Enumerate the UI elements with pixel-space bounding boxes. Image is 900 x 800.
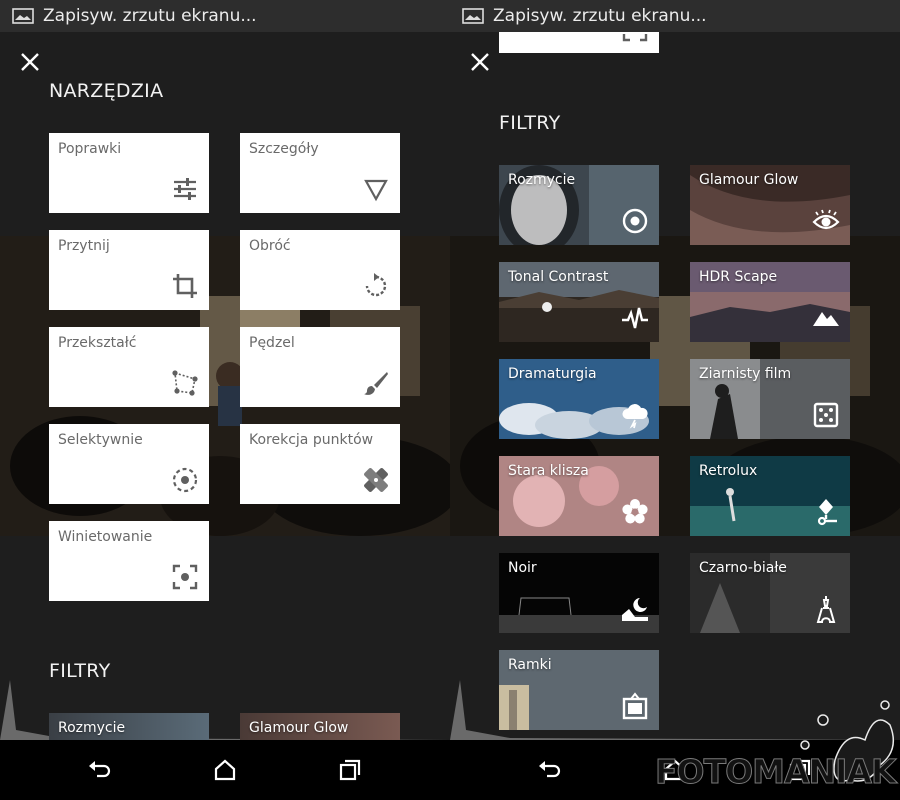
filters-title: FILTRY [49,660,111,682]
mountains-icon [813,312,839,326]
tool-card-poprawki[interactable]: Poprawki [49,133,209,213]
tool-label: Przytnij [58,238,110,254]
perspective-icon [172,370,198,396]
filter-label: Rozmycie [58,720,126,736]
focus-target-icon [622,208,648,234]
tool-card-przytnij[interactable]: Przytnij [49,230,209,310]
tool-label: Winietowanie [58,529,153,545]
tool-label: Poprawki [58,141,122,157]
tool-card-pedzel[interactable]: Pędzel [240,327,400,407]
right-screen: Zapisyw. zrzutu ekranu... FILTRY Rozmyci… [450,0,900,800]
filter-label: Ramki [508,657,552,673]
filter-label: Dramaturgia [508,366,597,382]
close-icon[interactable] [468,50,492,74]
filter-label: Rozmycie [508,172,576,188]
crop-icon [173,274,197,298]
filter-card-ramki[interactable]: Ramki [499,650,659,730]
tool-card-obroc[interactable]: Obróć [240,230,400,310]
filter-card-rozmycie[interactable]: Rozmycie [499,165,659,245]
status-bar: Zapisyw. zrzutu ekranu... [0,0,450,32]
tools-title: NARZĘDZIA [49,80,164,102]
pulse-icon [622,307,648,329]
filter-label: Noir [508,560,537,576]
tool-label: Szczegóły [249,141,319,157]
filter-card-tonal-contrast[interactable]: Tonal Contrast [499,262,659,342]
filter-label: Glamour Glow [249,720,349,736]
eiffel-tower-icon [816,596,836,623]
filter-label: Stara klisza [508,463,589,479]
status-bar: Zapisyw. zrzutu ekranu... [450,0,900,32]
filter-card-retrolux[interactable]: Retrolux [690,456,850,536]
tool-label: Korekcja punktów [249,432,374,448]
retro-pin-icon [817,499,837,526]
tool-card-przeksztalc[interactable]: Przekształć [49,327,209,407]
filter-card-czarno-biale[interactable]: Czarno-białe [690,553,850,633]
left-screen: Zapisyw. zrzutu ekranu... NARZĘDZIA Popr… [0,0,450,800]
filter-label: Glamour Glow [699,172,799,188]
filter-label: Ziarnisty film [699,366,792,382]
nav-bar [0,740,450,800]
flower-icon [622,499,648,524]
filters-title: FILTRY [499,112,561,134]
selective-target-icon [172,467,198,493]
filter-label: Czarno-białe [699,560,787,576]
bandage-icon [364,468,388,492]
brush-icon [364,372,388,395]
tool-label: Selektywnie [58,432,143,448]
filter-card-stara-klisza[interactable]: Stara klisza [499,456,659,536]
tool-card-korekcja-punktow[interactable]: Korekcja punktów [240,424,400,504]
close-icon[interactable] [18,50,42,74]
storm-cloud-icon [622,404,648,429]
tool-card-selektywnie[interactable]: Selektywnie [49,424,209,504]
filter-card-hdr-scape[interactable]: HDR Scape [690,262,850,342]
rotate-icon [365,273,387,297]
filter-label: HDR Scape [699,269,778,285]
home-icon[interactable] [213,758,237,782]
recent-apps-icon[interactable] [338,758,362,782]
status-text: Zapisyw. zrzutu ekranu... [43,6,257,26]
tool-label: Przekształć [58,335,137,351]
filter-card-glamour-glow[interactable]: Glamour Glow [690,165,850,245]
filter-card-dramaturgia[interactable]: Dramaturgia [499,359,659,439]
triangle-down-icon [364,179,388,202]
screenshot-notification-icon [12,8,34,24]
tool-card-winietowanie[interactable]: Winietowanie [49,521,209,601]
filter-label: Retrolux [699,463,758,479]
sliders-icon [174,178,196,200]
eye-icon [812,209,840,230]
vignette-focus-icon [172,564,198,590]
back-icon[interactable] [538,758,562,782]
tool-label: Obróć [249,238,291,254]
screenshot-notification-icon [462,8,484,24]
filter-card-ziarnisty-film[interactable]: Ziarnisty film [690,359,850,439]
dice-icon [813,402,839,428]
status-text: Zapisyw. zrzutu ekranu... [493,6,707,26]
tool-card-szczegoly[interactable]: Szczegóły [240,133,400,213]
back-icon[interactable] [88,758,112,782]
moon-landscape-icon [622,598,648,621]
frame-icon [622,692,648,720]
watermark-logo: FOTOMANIAK [655,752,898,792]
tool-label: Pędzel [249,335,295,351]
filter-card-noir[interactable]: Noir [499,553,659,633]
filter-label: Tonal Contrast [508,269,609,285]
